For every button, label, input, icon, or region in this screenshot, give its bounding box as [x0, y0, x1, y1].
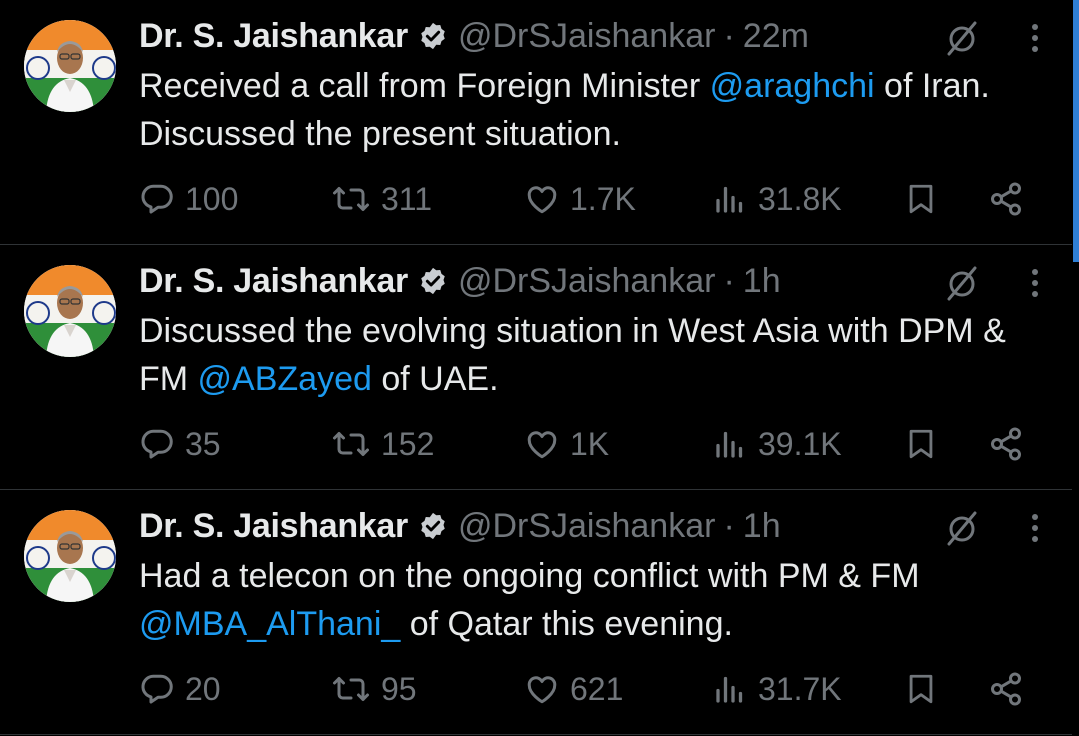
share-button[interactable] [988, 409, 1024, 479]
repost-count: 311 [381, 180, 433, 217]
author-handle[interactable]: @DrSJaishankar [458, 507, 716, 546]
tweet-text: Discussed the evolving situation in West… [139, 307, 1019, 403]
repost-button[interactable]: 311 [331, 164, 432, 234]
author-name[interactable]: Dr. S. Jaishankar [139, 17, 408, 56]
share-icon [991, 672, 1021, 706]
repost-count: 152 [381, 425, 435, 462]
grok-icon[interactable] [942, 18, 982, 63]
views-button[interactable]: 31.8K [712, 164, 842, 234]
timestamp[interactable]: 1h [743, 507, 781, 546]
tweet[interactable]: Dr. S. Jaishankar @DrSJaishankar · 22m R… [0, 0, 1072, 245]
author-handle[interactable]: @DrSJaishankar [458, 17, 716, 56]
share-icon [991, 182, 1021, 216]
grok-icon[interactable] [942, 263, 982, 308]
more-options-icon[interactable] [1025, 263, 1045, 308]
timestamp[interactable]: 22m [743, 17, 809, 56]
verified-badge-icon [418, 266, 448, 296]
reply-count: 35 [185, 425, 221, 462]
avatar[interactable] [24, 510, 116, 602]
reply-button[interactable]: 100 [139, 164, 238, 234]
reply-button[interactable]: 20 [139, 654, 221, 724]
action-bar: 100 311 1.7K 31.8K [0, 164, 1072, 234]
views-icon [716, 676, 743, 703]
action-bar: 20 95 621 31.7K [0, 654, 1072, 724]
tweet[interactable]: Dr. S. Jaishankar @DrSJaishankar · 1h Di… [0, 245, 1072, 490]
like-icon [527, 186, 557, 214]
bookmark-icon [909, 429, 933, 459]
like-button[interactable]: 621 [524, 654, 623, 724]
like-icon [527, 676, 557, 704]
reply-count: 100 [185, 180, 239, 217]
share-button[interactable] [988, 654, 1024, 724]
repost-button[interactable]: 152 [331, 409, 434, 479]
tweet-text: Received a call from Foreign Minister @a… [139, 62, 1019, 158]
repost-icon [333, 432, 369, 456]
reply-icon [141, 429, 173, 459]
repost-count: 95 [381, 670, 417, 707]
bookmark-button[interactable] [904, 654, 938, 724]
mention-link[interactable]: @araghchi [710, 67, 875, 105]
more-options-icon[interactable] [1025, 18, 1045, 63]
repost-icon [333, 677, 369, 701]
like-button[interactable]: 1K [524, 409, 609, 479]
tweet-header: Dr. S. Jaishankar @DrSJaishankar · 1h [139, 504, 781, 548]
bookmark-button[interactable] [904, 409, 938, 479]
more-options-icon[interactable] [1025, 508, 1045, 553]
reply-button[interactable]: 35 [139, 409, 221, 479]
verified-badge-icon [418, 21, 448, 51]
author-name[interactable]: Dr. S. Jaishankar [139, 507, 408, 546]
tweet-text-after: of UAE. [371, 360, 499, 398]
views-count: 31.7K [758, 670, 842, 707]
mention-link[interactable]: @ABZayed [198, 360, 372, 398]
reply-icon [141, 184, 173, 214]
avatar[interactable] [24, 20, 116, 112]
like-count: 1.7K [570, 180, 636, 217]
verified-badge-icon [418, 511, 448, 541]
views-count: 31.8K [758, 180, 842, 217]
separator-dot: · [723, 261, 735, 300]
author-handle[interactable]: @DrSJaishankar [458, 262, 716, 301]
separator-dot: · [723, 16, 735, 55]
repost-icon [333, 187, 369, 211]
avatar[interactable] [24, 265, 116, 357]
tweet-header: Dr. S. Jaishankar @DrSJaishankar · 22m [139, 14, 809, 58]
separator-dot: · [723, 506, 735, 545]
grok-icon[interactable] [942, 508, 982, 553]
like-count: 1K [570, 425, 610, 462]
views-button[interactable]: 39.1K [712, 409, 842, 479]
views-button[interactable]: 31.7K [712, 654, 842, 724]
reply-icon [141, 674, 173, 704]
action-bar: 35 152 1K 39.1K [0, 409, 1072, 479]
bookmark-icon [909, 184, 933, 214]
share-button[interactable] [988, 164, 1024, 234]
tweet-text-after: of Qatar this evening. [400, 605, 733, 643]
tweet-header: Dr. S. Jaishankar @DrSJaishankar · 1h [139, 259, 781, 303]
reply-count: 20 [185, 670, 221, 707]
views-count: 39.1K [758, 425, 842, 462]
scrollbar[interactable] [1073, 0, 1079, 262]
author-name[interactable]: Dr. S. Jaishankar [139, 262, 408, 301]
views-icon [716, 431, 743, 458]
bookmark-icon [909, 674, 933, 704]
mention-link[interactable]: @MBA_AlThani_ [139, 605, 400, 643]
tweet-text-before: Had a telecon on the ongoing conflict wi… [139, 557, 920, 595]
repost-button[interactable]: 95 [331, 654, 417, 724]
tweet-text-before: Received a call from Foreign Minister [139, 67, 710, 105]
like-count: 621 [570, 670, 624, 707]
share-icon [991, 427, 1021, 461]
timestamp[interactable]: 1h [743, 262, 781, 301]
bookmark-button[interactable] [904, 164, 938, 234]
tweet[interactable]: Dr. S. Jaishankar @DrSJaishankar · 1h Ha… [0, 490, 1072, 735]
like-button[interactable]: 1.7K [524, 164, 636, 234]
like-icon [527, 431, 557, 459]
views-icon [716, 186, 743, 213]
tweet-text: Had a telecon on the ongoing conflict wi… [139, 552, 1019, 648]
